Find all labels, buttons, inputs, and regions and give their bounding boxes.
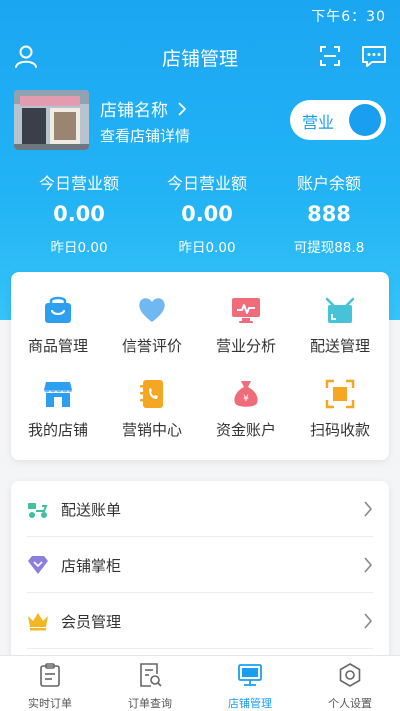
bottom-tab-bar: 实时订单 订单查询 店铺管理 个人设置 bbox=[0, 655, 400, 711]
store-name-link[interactable]: 店铺名称 bbox=[100, 96, 187, 121]
list-item-shop-manager[interactable]: 店铺掌柜 bbox=[27, 537, 373, 593]
toggle-knob bbox=[349, 104, 381, 136]
diamond-icon bbox=[28, 556, 48, 574]
grid-item-reputation[interactable]: 信誉评价 bbox=[105, 272, 199, 355]
tab-label: 个人设置 bbox=[328, 697, 372, 710]
grid-label: 我的店铺 bbox=[27, 421, 88, 439]
grid-item-scan-pay[interactable]: 扫码收款 bbox=[293, 356, 387, 439]
chevron-right-icon bbox=[178, 102, 187, 116]
grid-label: 商品管理 bbox=[27, 337, 88, 355]
stat-today-revenue-1[interactable]: 今日营业额 0.00 昨日0.00 bbox=[14, 170, 144, 256]
list-item-delivery-bill[interactable]: 配送账单 bbox=[27, 481, 373, 537]
scan-frame-icon bbox=[325, 379, 355, 409]
store-name: 店铺名称 bbox=[100, 101, 168, 121]
store-header: 店铺名称 查看店铺详情 营业 bbox=[14, 90, 386, 150]
store-detail-link[interactable]: 查看店铺详情 bbox=[100, 125, 190, 146]
scan-icon[interactable] bbox=[316, 42, 344, 70]
stat-title: 今日营业额 bbox=[166, 174, 247, 193]
stat-title: 今日营业额 bbox=[38, 174, 119, 193]
grid-item-my-shop[interactable]: 我的店铺 bbox=[11, 356, 105, 439]
clipboard-icon bbox=[40, 663, 60, 687]
chevron-right-icon bbox=[364, 557, 373, 573]
grid-label: 营业分析 bbox=[215, 337, 276, 355]
function-grid: 商品管理 信誉评价 营业分析 配送管理 我的店铺 营销中心 ¥ 资金账户 扫码收… bbox=[11, 272, 389, 460]
heart-icon bbox=[139, 298, 165, 322]
basket-icon bbox=[45, 296, 71, 323]
settings-icon bbox=[339, 663, 361, 687]
monitor-icon bbox=[238, 664, 262, 686]
stat-value: 0.00 bbox=[181, 202, 233, 226]
stat-sub: 可提现88.8 bbox=[293, 240, 365, 256]
tab-label: 订单查询 bbox=[128, 697, 172, 710]
list-item-member-management[interactable]: 会员管理 bbox=[27, 593, 373, 649]
delivery-box-icon bbox=[325, 297, 355, 323]
list-label: 配送账单 bbox=[61, 501, 122, 519]
chevron-right-icon bbox=[364, 501, 373, 517]
grid-label: 资金账户 bbox=[215, 421, 276, 439]
tab-order-search[interactable]: 订单查询 bbox=[100, 656, 200, 711]
list-label: 会员管理 bbox=[61, 613, 122, 631]
business-toggle[interactable]: 营业 bbox=[290, 100, 386, 140]
menu-list: 配送账单 店铺掌柜 会员管理 bbox=[11, 481, 389, 671]
status-time: 下午6：30 bbox=[311, 9, 386, 25]
chevron-right-icon bbox=[364, 613, 373, 629]
money-bag-icon: ¥ bbox=[234, 381, 258, 407]
stat-today-revenue-2[interactable]: 今日营业额 0.00 昨日0.00 bbox=[142, 170, 272, 256]
grid-item-analysis[interactable]: 营业分析 bbox=[199, 272, 293, 355]
tab-realtime-orders[interactable]: 实时订单 bbox=[0, 656, 100, 711]
grid-label: 信誉评价 bbox=[121, 337, 182, 355]
shop-icon bbox=[44, 382, 72, 407]
tab-label: 实时订单 bbox=[28, 697, 72, 710]
stats-row: 今日营业额 0.00 昨日0.00 今日营业额 0.00 昨日0.00 账户余额… bbox=[0, 170, 400, 260]
store-photo[interactable] bbox=[14, 90, 89, 150]
grid-label: 营销中心 bbox=[121, 421, 182, 439]
grid-item-delivery[interactable]: 配送管理 bbox=[293, 272, 387, 355]
stat-account-balance[interactable]: 账户余额 888 可提现88.8 bbox=[264, 170, 394, 256]
tab-label: 店铺管理 bbox=[228, 697, 272, 710]
stat-title: 账户余额 bbox=[296, 174, 361, 193]
scooter-icon bbox=[28, 503, 48, 518]
tab-personal-settings[interactable]: 个人设置 bbox=[300, 656, 400, 711]
message-icon[interactable] bbox=[360, 42, 388, 70]
order-search-icon bbox=[140, 663, 162, 687]
list-label: 店铺掌柜 bbox=[61, 557, 122, 575]
stat-sub: 昨日0.00 bbox=[50, 240, 108, 256]
monitor-chart-icon bbox=[232, 298, 260, 323]
stat-value: 888 bbox=[307, 202, 351, 226]
phone-book-icon bbox=[140, 380, 163, 408]
grid-label: 配送管理 bbox=[309, 337, 370, 355]
stat-sub: 昨日0.00 bbox=[178, 240, 236, 256]
crown-icon bbox=[28, 613, 48, 631]
grid-item-marketing[interactable]: 营销中心 bbox=[105, 356, 199, 439]
grid-label: 扫码收款 bbox=[309, 421, 370, 439]
business-toggle-label: 营业 bbox=[302, 113, 335, 132]
status-bar: 下午6：30 bbox=[0, 0, 400, 28]
top-nav: 店铺管理 bbox=[0, 36, 400, 76]
svg-text:¥: ¥ bbox=[243, 394, 249, 404]
stat-value: 0.00 bbox=[53, 202, 105, 226]
grid-item-funds[interactable]: ¥ 资金账户 bbox=[199, 356, 293, 439]
grid-item-products[interactable]: 商品管理 bbox=[11, 272, 105, 355]
tab-shop-management[interactable]: 店铺管理 bbox=[200, 656, 300, 711]
